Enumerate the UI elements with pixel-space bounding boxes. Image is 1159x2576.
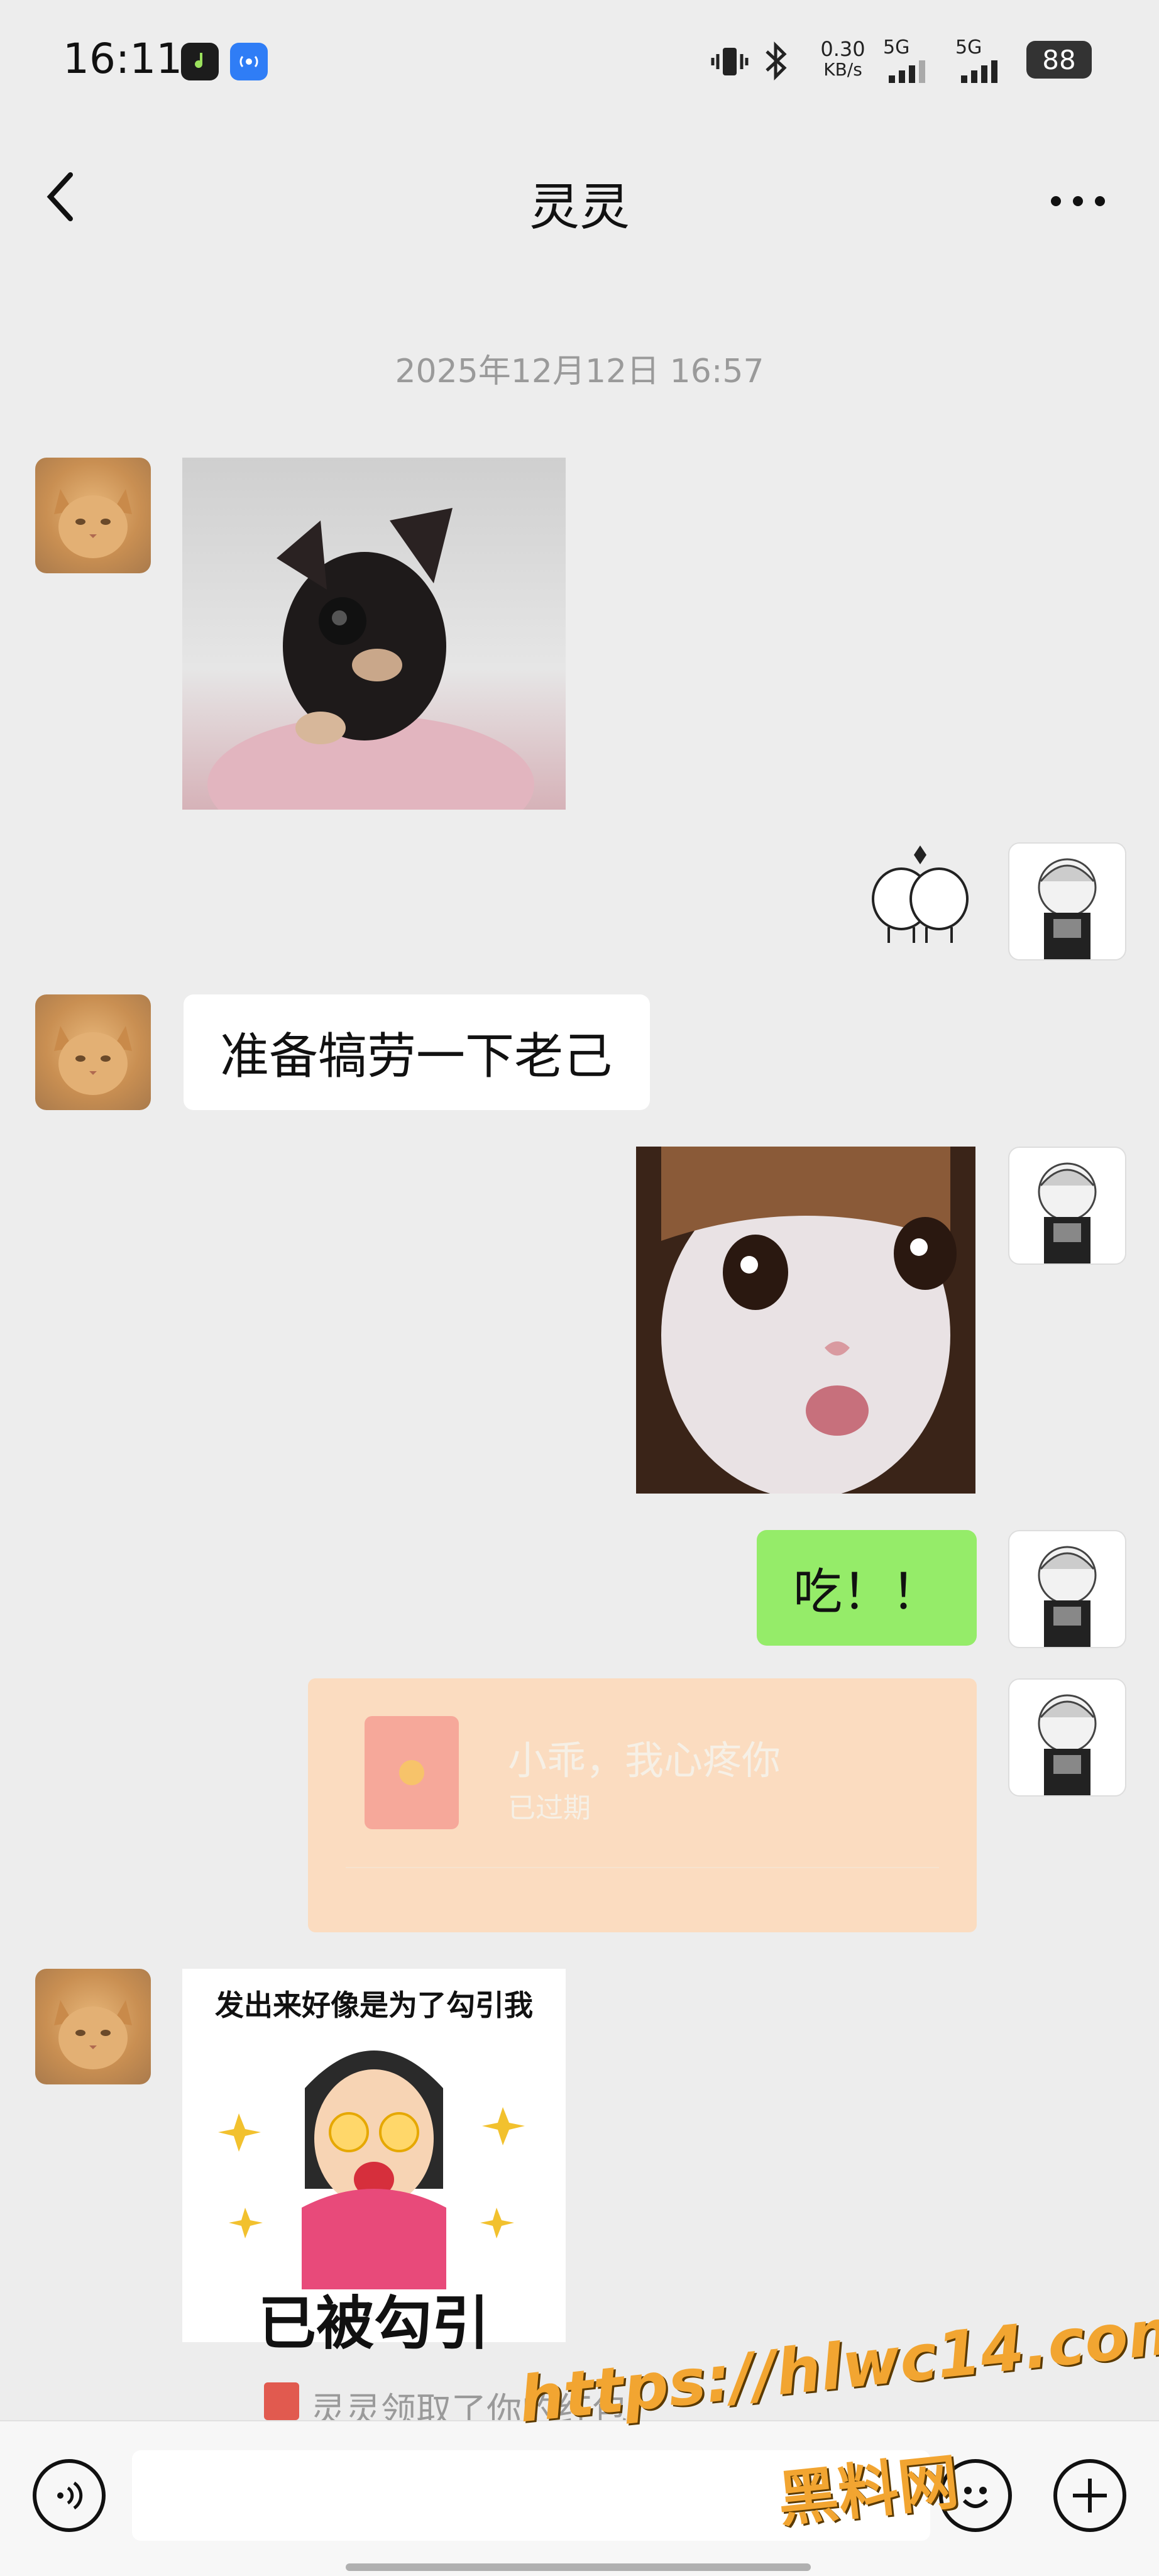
cartoon-girl-illustration [218, 2050, 525, 2289]
music-app-icon [181, 43, 219, 80]
text-bubble-sent[interactable]: 吃！！ [757, 1530, 977, 1646]
red-packet-status: 已过期 [508, 1792, 591, 1824]
chat-title: 灵灵 [529, 178, 630, 236]
voice-icon [57, 2481, 83, 2510]
signal-2-icon [960, 59, 1010, 83]
message-image-cat[interactable] [636, 1147, 975, 1494]
contact-avatar[interactable] [35, 458, 151, 573]
watermark-url: https://hlwc14.com [515, 2293, 1159, 2437]
text-bubble-received[interactable]: 准备犒劳一下老己 [184, 994, 650, 1110]
bluetooth-icon [761, 40, 792, 82]
home-indicator[interactable] [346, 2563, 811, 2571]
sticker-caption-bottom: 已被勾引 [258, 2290, 490, 2357]
bear-sticker[interactable] [864, 842, 977, 949]
network-speed: 0.30 KB/s [815, 37, 871, 80]
red-packet-card[interactable]: 小乖，我心疼你 已过期 [308, 1678, 977, 1932]
network-2-label: 5G [955, 36, 982, 58]
input-bar [0, 2420, 1159, 2576]
add-button[interactable] [1053, 2459, 1126, 2532]
vibrate-icon [709, 43, 750, 80]
message-image-puppy[interactable] [182, 458, 566, 810]
notification-app-icon [230, 43, 268, 80]
self-avatar[interactable] [1008, 1678, 1126, 1797]
speed-unit: KB/s [823, 58, 862, 80]
plus-icon [1073, 2479, 1107, 2513]
voice-button[interactable] [33, 2459, 106, 2532]
self-avatar[interactable] [1008, 1147, 1126, 1265]
more-button[interactable] [1043, 182, 1112, 220]
signal-1-icon [887, 59, 938, 83]
contact-avatar[interactable] [35, 1969, 151, 2084]
status-time: 16:11 [63, 35, 183, 83]
network-1-label: 5G [883, 36, 910, 58]
self-avatar[interactable] [1008, 842, 1126, 960]
message-text: 准备犒劳一下老己 [220, 1028, 613, 1085]
red-packet-title: 小乖，我心疼你 [508, 1737, 781, 1783]
meme-sticker[interactable]: 发出来好像是为了勾引我 已被勾引 [182, 1969, 566, 2357]
red-packet-mini-icon [264, 2382, 299, 2420]
battery-indicator: 88 [1026, 41, 1092, 79]
sticker-caption-top: 发出来好像是为了勾引我 [215, 1988, 533, 2022]
message-text: 吃！！ [793, 1564, 941, 1621]
more-dots-icon [1051, 196, 1105, 206]
speed-value: 0.30 [820, 37, 865, 61]
red-packet-icon [365, 1716, 459, 1829]
self-avatar[interactable] [1008, 1530, 1126, 1648]
chat-timestamp: 2025年12月12日 16:57 [395, 353, 764, 390]
contact-avatar[interactable] [35, 994, 151, 1110]
